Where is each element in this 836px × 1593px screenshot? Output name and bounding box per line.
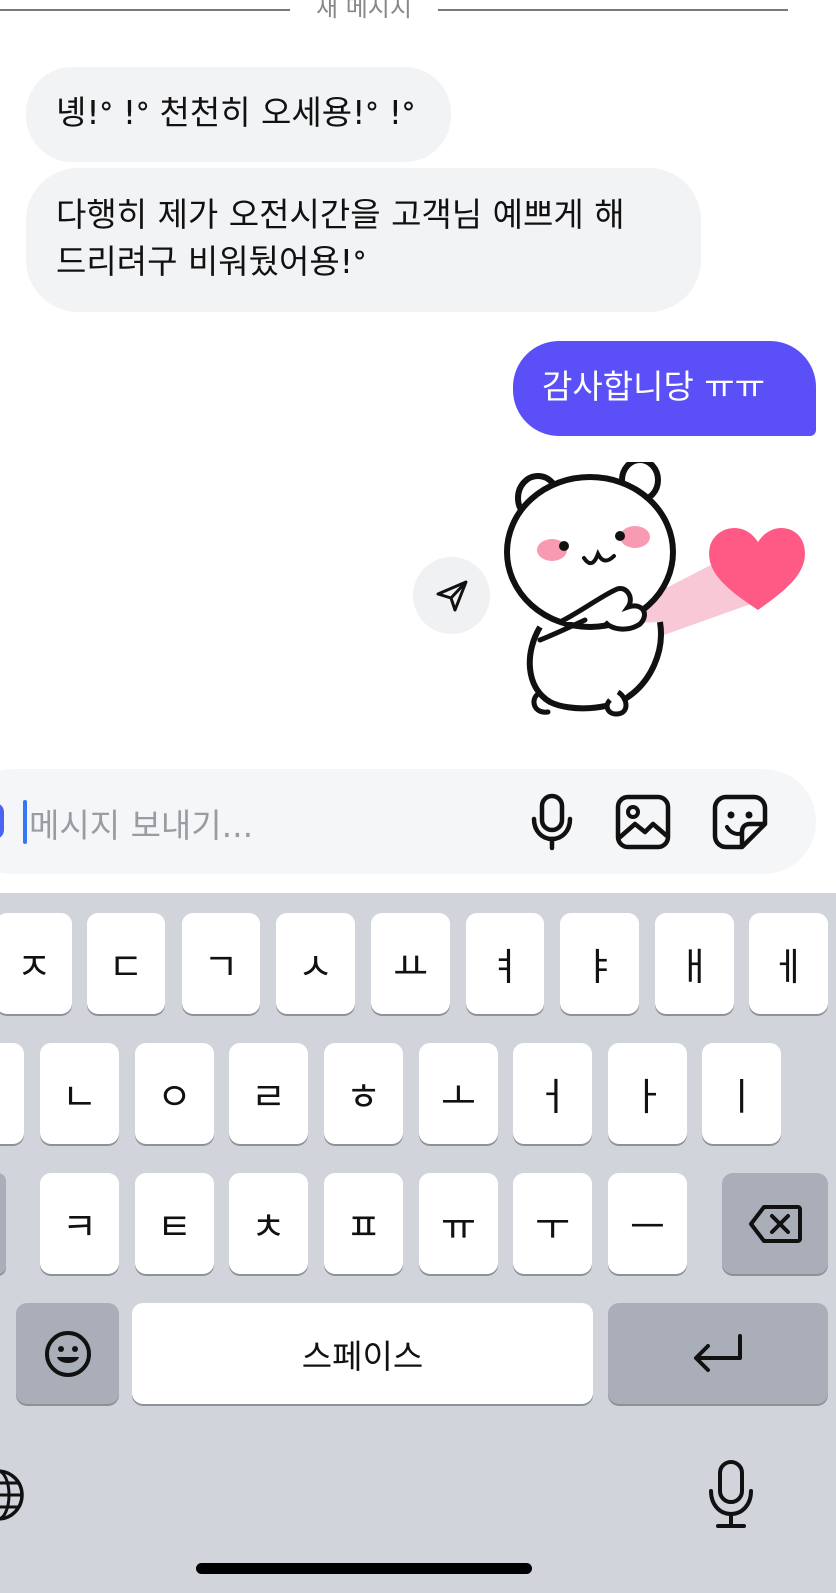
share-sticker-button[interactable] [413, 557, 490, 634]
key[interactable]: ㅗ [419, 1043, 498, 1144]
message-text: 녱!ᐤ !ᐤ 천천히 오세용!ᐤ !ᐤ [56, 93, 415, 132]
key-label: ㅐ [677, 945, 712, 989]
key[interactable]: ㅠ [419, 1173, 498, 1274]
text-caret [23, 800, 27, 844]
key-label: ㄱ [203, 945, 239, 989]
received-message-1[interactable]: 녱!ᐤ !ᐤ 천천히 오세용!ᐤ !ᐤ [26, 67, 451, 162]
key[interactable]: ㅜ [513, 1173, 592, 1274]
backspace-icon [749, 1204, 802, 1243]
key-label: ㅇ [157, 1075, 192, 1119]
key[interactable]: ㅡ [608, 1173, 687, 1274]
image-icon [615, 794, 671, 850]
globe-button[interactable] [0, 1463, 28, 1527]
korean-keyboard: ㅈ ㄷ ㄱ ㅅ ㅛ ㅕ ㅑ ㅐ ㅔ ㄴ ㅇ ㄹ ㅎ ㅗ ㅓ ㅏ ㅣ ㅋ ㅌ ㅊ … [0, 893, 836, 1593]
divider-line-right [438, 9, 788, 11]
key-label: ㅛ [393, 945, 428, 989]
key[interactable]: ㅔ [749, 913, 828, 1014]
new-message-divider: 새 메시지 [0, 0, 836, 22]
emoji-key[interactable] [16, 1303, 119, 1404]
key-label: ㅋ [62, 1205, 97, 1249]
received-message-2[interactable]: 다행히 제가 오전시간을 고객님 예쁘게 해 드리려구 비워뒀어용!ᐤ [26, 168, 701, 312]
key[interactable]: ㅎ [324, 1043, 403, 1144]
key-label: ㅅ [298, 945, 333, 989]
key-label: ㅌ [157, 1205, 192, 1249]
key-label: ㄴ [62, 1075, 97, 1119]
key-label: ㅍ [346, 1205, 381, 1249]
key-label: ㅓ [535, 1075, 570, 1119]
key[interactable]: ㅕ [466, 913, 544, 1014]
return-icon [694, 1333, 742, 1372]
key-label: ㅑ [582, 945, 617, 989]
key[interactable]: ㅓ [513, 1043, 592, 1144]
key-label: ㅔ [771, 945, 806, 989]
microphone-icon [531, 793, 573, 851]
key[interactable]: ㄹ [229, 1043, 308, 1144]
message-line: 다행히 제가 오전시간을 고객님 예쁘게 해 [56, 195, 625, 234]
gallery-button[interactable] [614, 792, 672, 852]
home-indicator[interactable] [196, 1563, 532, 1574]
key-label: ㅡ [630, 1205, 665, 1249]
sent-message[interactable]: 감사합니당 ㅠㅠ [513, 341, 816, 436]
key-label: ㄹ [251, 1075, 286, 1119]
key[interactable]: ㅅ [276, 913, 355, 1014]
voice-message-button[interactable] [523, 792, 581, 852]
message-input[interactable]: 메시지 보내기... [29, 799, 253, 847]
key-label: ㅈ [16, 945, 52, 989]
divider-line-left [0, 9, 290, 11]
key[interactable]: ㄱ [182, 913, 260, 1014]
return-key[interactable] [608, 1303, 828, 1404]
key-edge[interactable] [0, 1043, 24, 1144]
key-label: ㅗ [441, 1075, 476, 1119]
microphone-icon [709, 1460, 753, 1528]
key[interactable]: ㅛ [371, 913, 450, 1014]
space-key-label: 스페이스 [301, 1336, 424, 1376]
backspace-key[interactable] [722, 1173, 828, 1274]
key[interactable]: ㅊ [229, 1173, 308, 1274]
key-label: ㅎ [346, 1075, 381, 1119]
key[interactable]: ㄴ [40, 1043, 119, 1144]
key[interactable]: ㅌ [135, 1173, 214, 1274]
sticker-icon [712, 794, 768, 850]
sticker-button[interactable] [711, 792, 769, 852]
shift-key[interactable] [0, 1173, 6, 1274]
space-key[interactable]: 스페이스 [132, 1303, 593, 1404]
key[interactable]: ㄷ [87, 913, 165, 1014]
dictation-button[interactable] [706, 1459, 756, 1529]
key[interactable]: ㅋ [40, 1173, 119, 1274]
key-label: ㅠ [441, 1205, 476, 1249]
message-line: 드리려구 비워뒀어용!ᐤ [56, 242, 366, 281]
key[interactable]: ㅏ [608, 1043, 687, 1144]
key[interactable]: ㅈ [0, 913, 72, 1014]
key[interactable]: ㅑ [560, 913, 639, 1014]
bear-heart-sticker[interactable] [500, 462, 825, 727]
new-message-label: 새 메시지 [316, 0, 412, 22]
key[interactable]: ㅐ [655, 913, 734, 1014]
send-icon [436, 580, 467, 611]
key-label: ㅊ [251, 1205, 286, 1249]
key[interactable]: ㅣ [702, 1043, 781, 1144]
key-label: ㅣ [724, 1075, 759, 1119]
globe-icon [0, 1469, 24, 1521]
key-label: ㅜ [535, 1205, 570, 1249]
key-label: ㅕ [487, 945, 523, 989]
emoji-icon [44, 1330, 91, 1377]
key-label: ㅏ [630, 1075, 665, 1119]
message-text: 감사합니당 ㅠㅠ [542, 367, 766, 406]
key[interactable]: ㅇ [135, 1043, 214, 1144]
key[interactable]: ㅍ [324, 1173, 403, 1274]
key-label: ㄷ [108, 945, 144, 989]
